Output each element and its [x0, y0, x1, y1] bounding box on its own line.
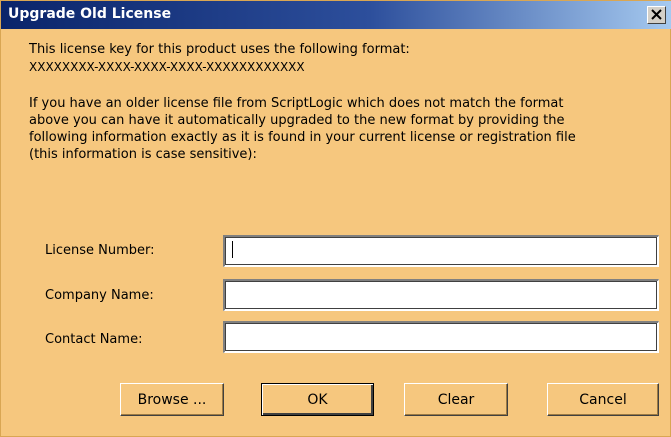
dialog-title: Upgrade Old License [8, 6, 172, 22]
license-number-label: License Number: [45, 243, 155, 258]
close-icon [651, 9, 662, 20]
cancel-button[interactable]: Cancel [547, 383, 659, 416]
license-format-mask: XXXXXXXX-XXXX-XXXX-XXXX-XXXXXXXXXXXX [29, 60, 305, 74]
title-bar[interactable]: Upgrade Old License [1, 1, 671, 29]
close-button[interactable] [647, 6, 666, 24]
license-number-input[interactable] [223, 235, 659, 267]
instructions-line-1: If you have an older license file from S… [29, 96, 564, 111]
contact-name-label: Contact Name: [45, 332, 143, 347]
company-name-label: Company Name: [45, 288, 154, 303]
instructions-line-3: following information exactly as it is f… [29, 130, 576, 145]
company-name-input[interactable] [223, 279, 659, 311]
contact-name-input[interactable] [223, 321, 659, 353]
text-caret [232, 241, 233, 258]
browse-button[interactable]: Browse ... [120, 383, 224, 416]
clear-button[interactable]: Clear [404, 383, 508, 416]
upgrade-license-dialog: Upgrade Old License This license key for… [0, 0, 671, 437]
instructions-line-2: above you can have it automatically upgr… [29, 113, 565, 128]
format-intro-text: This license key for this product uses t… [29, 42, 410, 57]
ok-button[interactable]: OK [261, 383, 374, 416]
instructions-line-4: (this information is case sensitive): [29, 147, 257, 162]
